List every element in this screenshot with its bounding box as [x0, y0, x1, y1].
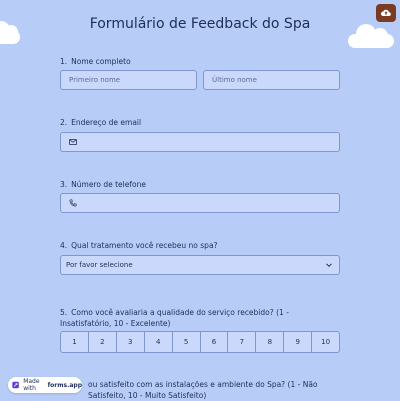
first-name-placeholder: Primeiro nome — [69, 76, 121, 84]
question-service-rating: 5. Como você avaliaria a qualidade do ser… — [60, 307, 340, 329]
last-name-field[interactable]: Último nome — [203, 70, 340, 90]
question-number: 1. — [60, 57, 68, 66]
rating-option-6[interactable]: 6 — [199, 332, 228, 352]
service-rating-scale: 1 2 3 4 5 6 7 8 9 10 — [60, 331, 340, 353]
question-facilities-rating: ou satisfeito com as instalações e ambie… — [88, 379, 340, 401]
question-label: 3. Número de telefone — [60, 179, 340, 190]
question-text: Como você avaliaria a qualidade do servi… — [60, 308, 289, 328]
made-with-badge[interactable]: Made with forms.app — [8, 377, 82, 393]
question-number: 4. — [60, 241, 68, 250]
chevron-down-icon — [326, 263, 332, 268]
question-email: 2. Endereço de email — [60, 117, 340, 128]
rating-option-5[interactable]: 5 — [171, 332, 200, 352]
page-title: Formulário de Feedback do Spa — [89, 16, 311, 32]
rating-option-4[interactable]: 4 — [143, 332, 172, 352]
question-text: Nome completo — [71, 57, 131, 66]
question-phone: 3. Número de telefone — [60, 179, 340, 190]
question-text: Qual tratamento você recebeu no spa? — [71, 241, 218, 250]
rating-option-7[interactable]: 7 — [227, 332, 255, 352]
question-text: Endereço de email — [71, 118, 142, 127]
question-number: 5. — [60, 308, 68, 317]
question-treatment: 4. Qual tratamento você recebeu no spa? — [60, 240, 340, 251]
cloud-decoration-right — [348, 24, 394, 48]
badge-brand: forms.app — [47, 381, 82, 389]
question-text: ou satisfeito com as instalações e ambie… — [88, 380, 318, 400]
treatment-select-value: Por favor selecione — [66, 261, 133, 269]
rating-option-3[interactable]: 3 — [115, 332, 144, 352]
first-name-field[interactable]: Primeiro nome — [60, 70, 197, 90]
question-label: 1. Nome completo — [60, 56, 340, 67]
treatment-select[interactable]: Por favor selecione — [60, 255, 340, 275]
question-text: Número de telefone — [71, 180, 146, 189]
rating-option-1[interactable]: 1 — [61, 332, 88, 352]
question-label: 4. Qual tratamento você recebeu no spa? — [60, 240, 340, 251]
phone-field[interactable] — [60, 193, 340, 213]
email-field[interactable] — [60, 132, 340, 152]
phone-icon — [69, 199, 77, 207]
question-full-name: 1. Nome completo — [60, 56, 340, 67]
cloud-decoration-left — [0, 21, 20, 44]
question-label: ou satisfeito com as instalações e ambie… — [88, 379, 340, 401]
question-number: 2. — [60, 118, 68, 127]
question-label: 5. Como você avaliaria a qualidade do ser… — [60, 307, 340, 329]
badge-prefix: Made with — [23, 378, 40, 392]
mail-icon — [69, 139, 77, 145]
rating-option-8[interactable]: 8 — [255, 332, 283, 352]
rating-option-10[interactable]: 10 — [311, 332, 339, 352]
rating-option-9[interactable]: 9 — [283, 332, 311, 352]
last-name-placeholder: Último nome — [212, 76, 257, 84]
rating-option-2[interactable]: 2 — [87, 332, 116, 352]
question-label: 2. Endereço de email — [60, 117, 340, 128]
question-number: 3. — [60, 180, 68, 189]
forms-app-logo-icon — [12, 381, 19, 389]
